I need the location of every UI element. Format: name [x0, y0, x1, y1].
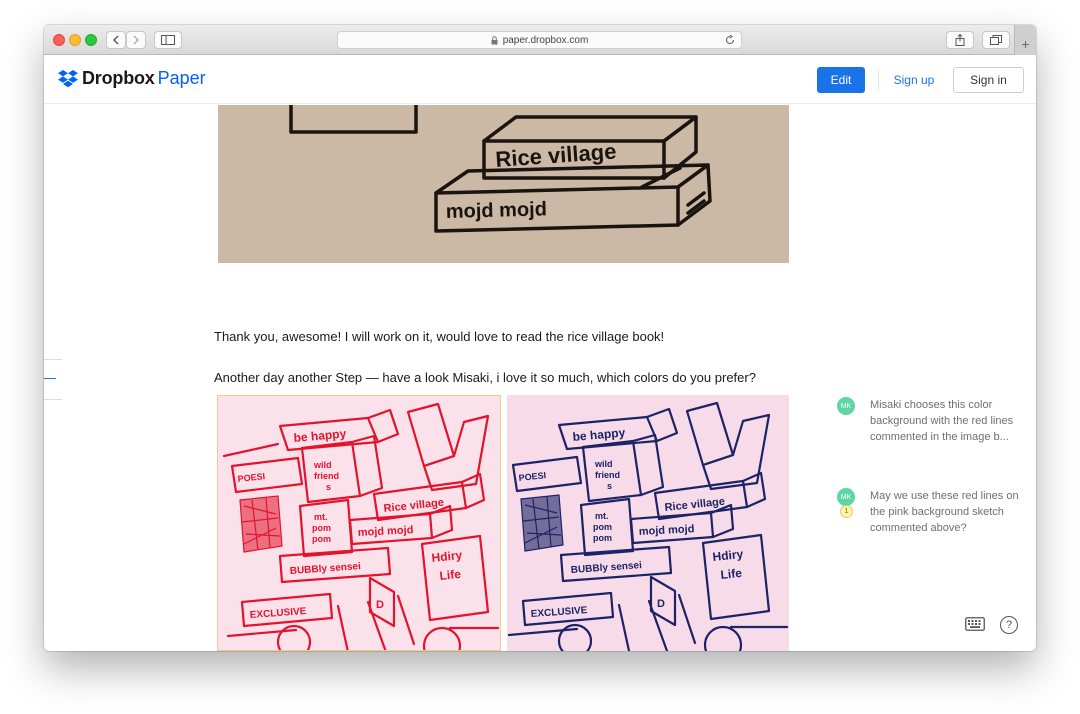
label-bubbly: BUBBly sensei [570, 560, 642, 576]
outline-marker[interactable] [44, 359, 62, 360]
label-bubbly: BUBBly sensei [289, 561, 361, 577]
new-tab-button[interactable]: + [1014, 25, 1036, 55]
label-friends: friend [595, 470, 620, 480]
label-be-happy: be happy [293, 426, 347, 445]
keyboard-shortcuts-button[interactable] [965, 617, 985, 636]
chevron-left-icon [113, 35, 119, 45]
tabs-icon [990, 35, 1002, 45]
keyboard-icon [965, 617, 985, 631]
forward-button[interactable] [126, 31, 146, 49]
zoom-window-button[interactable] [85, 34, 97, 46]
share-icon [955, 34, 965, 46]
label-poesi: POESI [237, 471, 265, 484]
comment-text: Misaki chooses this color background wit… [870, 399, 1014, 443]
comment-text: May we use these red lines on the pink b… [870, 490, 1019, 534]
lock-icon [491, 35, 498, 44]
share-button[interactable] [946, 31, 974, 49]
label-d: D [657, 598, 665, 610]
sketch-image-navy[interactable]: be happy POESI wild friend s Rice villag… [507, 395, 789, 651]
label-wild: wild [594, 459, 613, 469]
sign-up-button[interactable]: Sign up [887, 67, 941, 93]
label-d: D [376, 599, 384, 611]
app-header: Dropbox Paper Edit Sign up Sign in [44, 55, 1036, 104]
help-button[interactable]: ? [1000, 616, 1018, 634]
url-text: paper.dropbox.com [502, 34, 589, 46]
header-divider [878, 69, 879, 91]
outline-marker-active[interactable] [44, 378, 56, 379]
label-wild: wild [313, 460, 332, 470]
back-button[interactable] [106, 31, 126, 49]
paragraph-question[interactable]: Another day another Step — have a look M… [214, 370, 756, 385]
comment-thread[interactable]: MK 1 May we use these red lines on the p… [837, 488, 1027, 540]
sketch-image-red[interactable]: be happy POESI wild friend s Rice villag… [217, 395, 501, 651]
label-exclusive: EXCLUSIVE [530, 605, 588, 620]
label-mt: mt. [595, 511, 609, 521]
dropbox-logo-icon [58, 69, 78, 87]
close-window-button[interactable] [53, 34, 65, 46]
sketch-drawing-navy: be happy POESI wild friend s Rice villag… [507, 401, 789, 651]
label-be-happy: be happy [572, 425, 626, 444]
chevron-right-icon [133, 35, 139, 45]
label-s: s [607, 481, 612, 491]
label-mt: mt. [314, 512, 328, 522]
label-hairy: Hdiry [431, 548, 463, 565]
book-label-mojd: mojd mojd [446, 198, 548, 223]
sidebar-toggle-button[interactable] [154, 31, 182, 49]
comment-thread[interactable]: MK Misaki chooses this color background … [837, 397, 1027, 461]
sketch-drawing-red: be happy POESI wild friend s Rice villag… [222, 402, 500, 650]
label-mojd: mojd mojd [639, 523, 695, 538]
label-poesi: POESI [518, 470, 546, 483]
brand-product: Paper [157, 68, 206, 88]
brand-word: Dropbox [82, 68, 155, 88]
label-pom: pom [593, 522, 612, 532]
document-body: Rice village mojd mojd Thank you, awesom… [44, 103, 1036, 651]
outline-marker[interactable] [44, 399, 62, 400]
label-mojd: mojd mojd [358, 524, 414, 539]
label-hairy: Hdiry [712, 547, 744, 564]
browser-window: paper.dropbox.com + Dropbox Paper Edit S… [44, 25, 1036, 651]
comment-count-badge: 1 [840, 505, 853, 518]
minimize-window-button[interactable] [69, 34, 81, 46]
sketch-image-books[interactable]: Rice village mojd mojd [218, 103, 789, 263]
sign-in-button[interactable]: Sign in [953, 67, 1024, 93]
browser-toolbar: paper.dropbox.com + [44, 25, 1036, 55]
brand-logo[interactable]: Dropbox Paper [58, 68, 206, 89]
avatar: MK [837, 397, 855, 415]
sidebar-icon [161, 35, 175, 45]
label-pom: pom [312, 523, 331, 533]
reload-icon[interactable] [725, 35, 735, 45]
sketch-drawing: Rice village mojd mojd [289, 103, 712, 233]
label-exclusive: EXCLUSIVE [249, 606, 307, 621]
edit-button[interactable]: Edit [817, 67, 865, 93]
label-pom-2: pom [312, 534, 331, 544]
avatar: MK [837, 488, 855, 506]
label-pom-2: pom [593, 533, 612, 543]
paragraph-reply[interactable]: Thank you, awesome! I will work on it, w… [214, 329, 664, 344]
tabs-overview-button[interactable] [982, 31, 1010, 49]
label-s: s [326, 482, 331, 492]
label-friends: friend [314, 471, 339, 481]
label-life: Life [720, 566, 743, 582]
address-bar[interactable]: paper.dropbox.com [337, 31, 742, 49]
label-life: Life [439, 567, 462, 583]
